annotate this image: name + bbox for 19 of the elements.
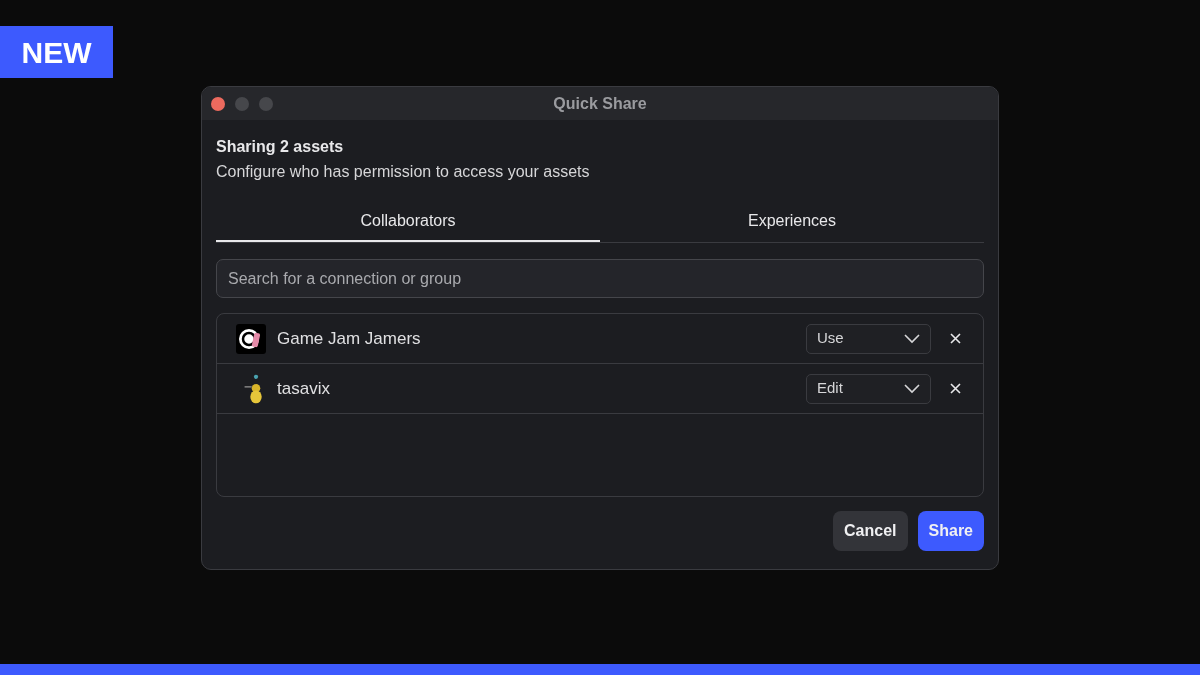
tab[interactable]: Collaborators bbox=[216, 202, 600, 242]
search-field[interactable]: Search for a connection or group bbox=[216, 259, 984, 298]
dialog-heading: Sharing 2 assets bbox=[216, 137, 345, 157]
collaborator-name: tasavix bbox=[277, 377, 331, 400]
new-badge: NEW bbox=[0, 26, 113, 78]
chevron-down-icon bbox=[904, 333, 920, 344]
tab[interactable]: Experiences bbox=[600, 202, 984, 242]
window-title: Quick Share bbox=[553, 93, 647, 114]
collaborator-name: Game Jam Jamers bbox=[277, 327, 422, 350]
close-icon[interactable] bbox=[950, 383, 961, 394]
dialog-subtitle: Configure who has permission to access your assets bbox=[216, 162, 591, 182]
share-button[interactable]: Share bbox=[917, 511, 984, 551]
close-window-button[interactable] bbox=[211, 97, 225, 111]
close-icon[interactable] bbox=[950, 333, 961, 344]
chevron-down-icon bbox=[904, 383, 920, 394]
group-logo-icon bbox=[236, 323, 266, 354]
permission-dropdown[interactable]: Edit bbox=[806, 373, 931, 404]
permission-dropdown[interactable]: Use bbox=[806, 323, 931, 354]
cancel-button[interactable]: Cancel bbox=[833, 511, 908, 551]
